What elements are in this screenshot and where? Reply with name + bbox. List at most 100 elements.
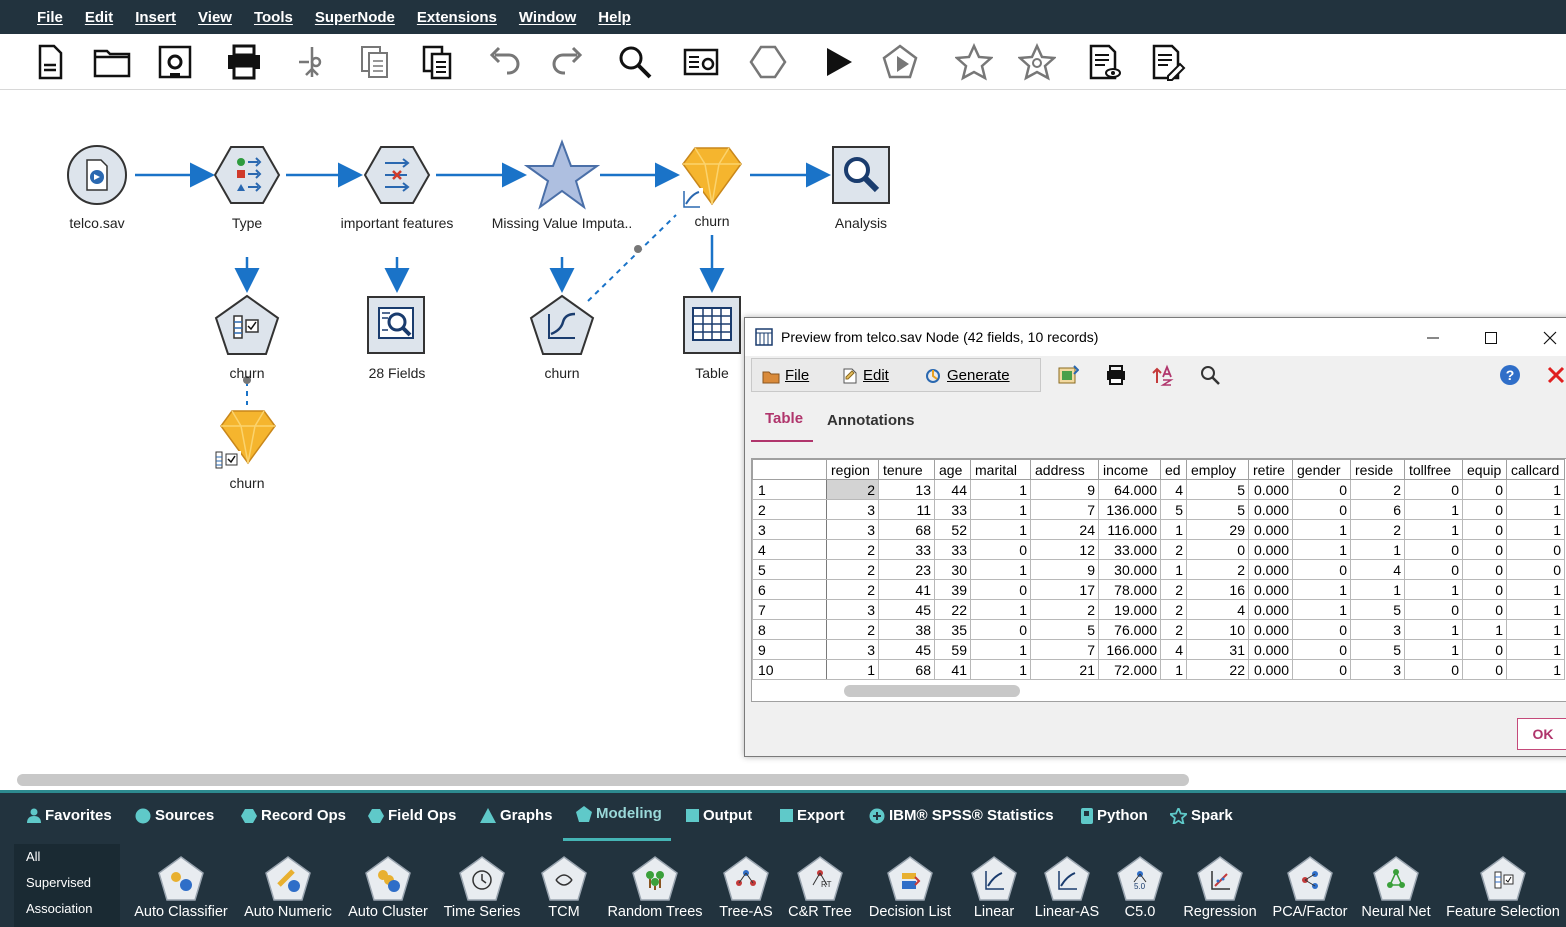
table-cell[interactable]: 0 <box>1506 559 1565 580</box>
table-cell[interactable]: 23 <box>878 559 935 580</box>
table-cell[interactable]: 0 <box>1404 479 1463 500</box>
table-cell[interactable]: 52 <box>934 519 971 540</box>
table-cell[interactable]: 5 <box>1160 499 1187 520</box>
palette-tab-sources[interactable]: Sources <box>135 807 214 824</box>
table-cell[interactable]: 9 <box>1030 479 1099 500</box>
table-cell[interactable]: 1 <box>1506 579 1565 600</box>
table-cell[interactable]: 4 <box>1350 559 1405 580</box>
column-header[interactable]: equip <box>1462 459 1507 480</box>
table-cell[interactable]: 2 <box>1030 599 1099 620</box>
menu-extensions[interactable]: Extensions <box>406 9 508 26</box>
table-cell[interactable]: 41 <box>878 579 935 600</box>
table-cell[interactable]: 0 <box>970 579 1031 600</box>
menu-help[interactable]: Help <box>587 9 642 26</box>
table-cell[interactable]: 5 <box>1350 639 1405 660</box>
analysis-node[interactable] <box>832 146 890 204</box>
table-cell[interactable]: 1 <box>970 559 1031 580</box>
column-header[interactable]: callcard <box>1506 459 1565 480</box>
tab-annotations[interactable]: Annotations <box>827 412 915 429</box>
table-cell[interactable]: 1 <box>970 599 1031 620</box>
table-cell[interactable]: 16 <box>1186 579 1249 600</box>
new-stream-icon[interactable] <box>30 42 70 82</box>
print-icon[interactable] <box>224 42 264 82</box>
table-cell[interactable]: 0 <box>1292 479 1351 500</box>
table-cell[interactable]: 41 <box>934 659 971 680</box>
type-node[interactable] <box>213 145 281 205</box>
add-favorite-icon[interactable] <box>954 42 994 82</box>
table-cell[interactable]: 30 <box>934 559 971 580</box>
table-cell[interactable]: 72.000 <box>1098 659 1161 680</box>
row-number-cell[interactable]: 7 <box>752 599 827 620</box>
table-cell[interactable]: 2 <box>1186 559 1249 580</box>
table-cell[interactable]: 0 <box>1404 659 1463 680</box>
table-cell[interactable]: 0.000 <box>1248 479 1293 500</box>
table-cell[interactable]: 0 <box>1292 499 1351 520</box>
row-number-cell[interactable]: 3 <box>752 519 827 540</box>
table-cell[interactable]: 0 <box>1462 639 1507 660</box>
open-folder-icon[interactable] <box>92 42 132 82</box>
table-cell[interactable]: 0.000 <box>1248 559 1293 580</box>
column-header[interactable]: retire <box>1248 459 1293 480</box>
palette-tab-spark[interactable]: Spark <box>1170 807 1233 824</box>
menu-view[interactable]: View <box>187 9 243 26</box>
copy-icon[interactable] <box>355 42 395 82</box>
table-cell[interactable]: 1 <box>970 519 1031 540</box>
table-cell[interactable]: 3 <box>826 639 879 660</box>
table-cell[interactable]: 1 <box>1404 619 1463 640</box>
column-header[interactable]: address <box>1030 459 1099 480</box>
table-cell[interactable]: 1 <box>1404 519 1463 540</box>
table-cell[interactable]: 33 <box>934 539 971 560</box>
table-cell[interactable]: 0.000 <box>1248 539 1293 560</box>
row-number-cell[interactable]: 6 <box>752 579 827 600</box>
table-cell[interactable]: 0 <box>1404 539 1463 560</box>
table-cell[interactable]: 1 <box>1404 639 1463 660</box>
table-cell[interactable]: 68 <box>878 659 935 680</box>
table-cell[interactable]: 1 <box>1160 659 1187 680</box>
table-cell[interactable]: 1 <box>1292 519 1351 540</box>
table-cell[interactable]: 4 <box>1160 479 1187 500</box>
table-cell[interactable]: 1 <box>1350 579 1405 600</box>
table-cell[interactable]: 10 <box>1186 619 1249 640</box>
save-icon[interactable] <box>155 42 195 82</box>
table-cell[interactable]: 33 <box>934 499 971 520</box>
table-cell[interactable]: 22 <box>1186 659 1249 680</box>
table-cell[interactable]: 45 <box>878 639 935 660</box>
row-number-cell[interactable]: 1 <box>752 479 827 500</box>
palette-node[interactable]: Feature Selection <box>1443 855 1563 920</box>
column-header[interactable]: reside <box>1350 459 1405 480</box>
table-cell[interactable]: 38 <box>878 619 935 640</box>
table-cell[interactable]: 0 <box>1462 579 1507 600</box>
column-header[interactable]: employ <box>1186 459 1249 480</box>
table-cell[interactable]: 5 <box>1030 619 1099 640</box>
run-icon[interactable] <box>818 42 858 82</box>
table-cell[interactable]: 0.000 <box>1248 499 1293 520</box>
table-cell[interactable]: 76.000 <box>1098 619 1161 640</box>
table-cell[interactable]: 1 <box>1462 619 1507 640</box>
table-cell[interactable]: 0 <box>1462 599 1507 620</box>
table-cell[interactable]: 33.000 <box>1098 539 1161 560</box>
important-features-node[interactable] <box>363 145 431 205</box>
table-cell[interactable]: 2 <box>826 479 879 500</box>
table-cell[interactable]: 0.000 <box>1248 659 1293 680</box>
table-cell[interactable]: 1 <box>826 659 879 680</box>
table-cell[interactable]: 0 <box>1292 659 1351 680</box>
dialog-edit-menu[interactable]: Edit <box>842 367 889 384</box>
table-cell[interactable]: 5 <box>1186 499 1249 520</box>
dialog-print-icon[interactable] <box>1101 360 1131 390</box>
dialog-close-red-icon[interactable] <box>1541 360 1566 390</box>
column-header[interactable]: tollfree <box>1404 459 1463 480</box>
table-cell[interactable]: 9 <box>1030 559 1099 580</box>
table-cell[interactable]: 33 <box>878 539 935 560</box>
minimize-icon[interactable] <box>1421 326 1445 350</box>
table-cell[interactable]: 0 <box>1292 559 1351 580</box>
help-icon[interactable]: ? <box>1495 360 1525 390</box>
stream-properties-icon[interactable] <box>681 42 721 82</box>
sort-fields-icon[interactable] <box>1147 360 1177 390</box>
table-cell[interactable]: 0.000 <box>1248 579 1293 600</box>
table-cell[interactable]: 0 <box>1462 479 1507 500</box>
column-header[interactable]: tenure <box>878 459 935 480</box>
table-cell[interactable]: 1 <box>1506 659 1565 680</box>
table-cell[interactable]: 1 <box>1506 479 1565 500</box>
table-cell[interactable]: 2 <box>1160 539 1187 560</box>
table-cell[interactable]: 3 <box>826 499 879 520</box>
